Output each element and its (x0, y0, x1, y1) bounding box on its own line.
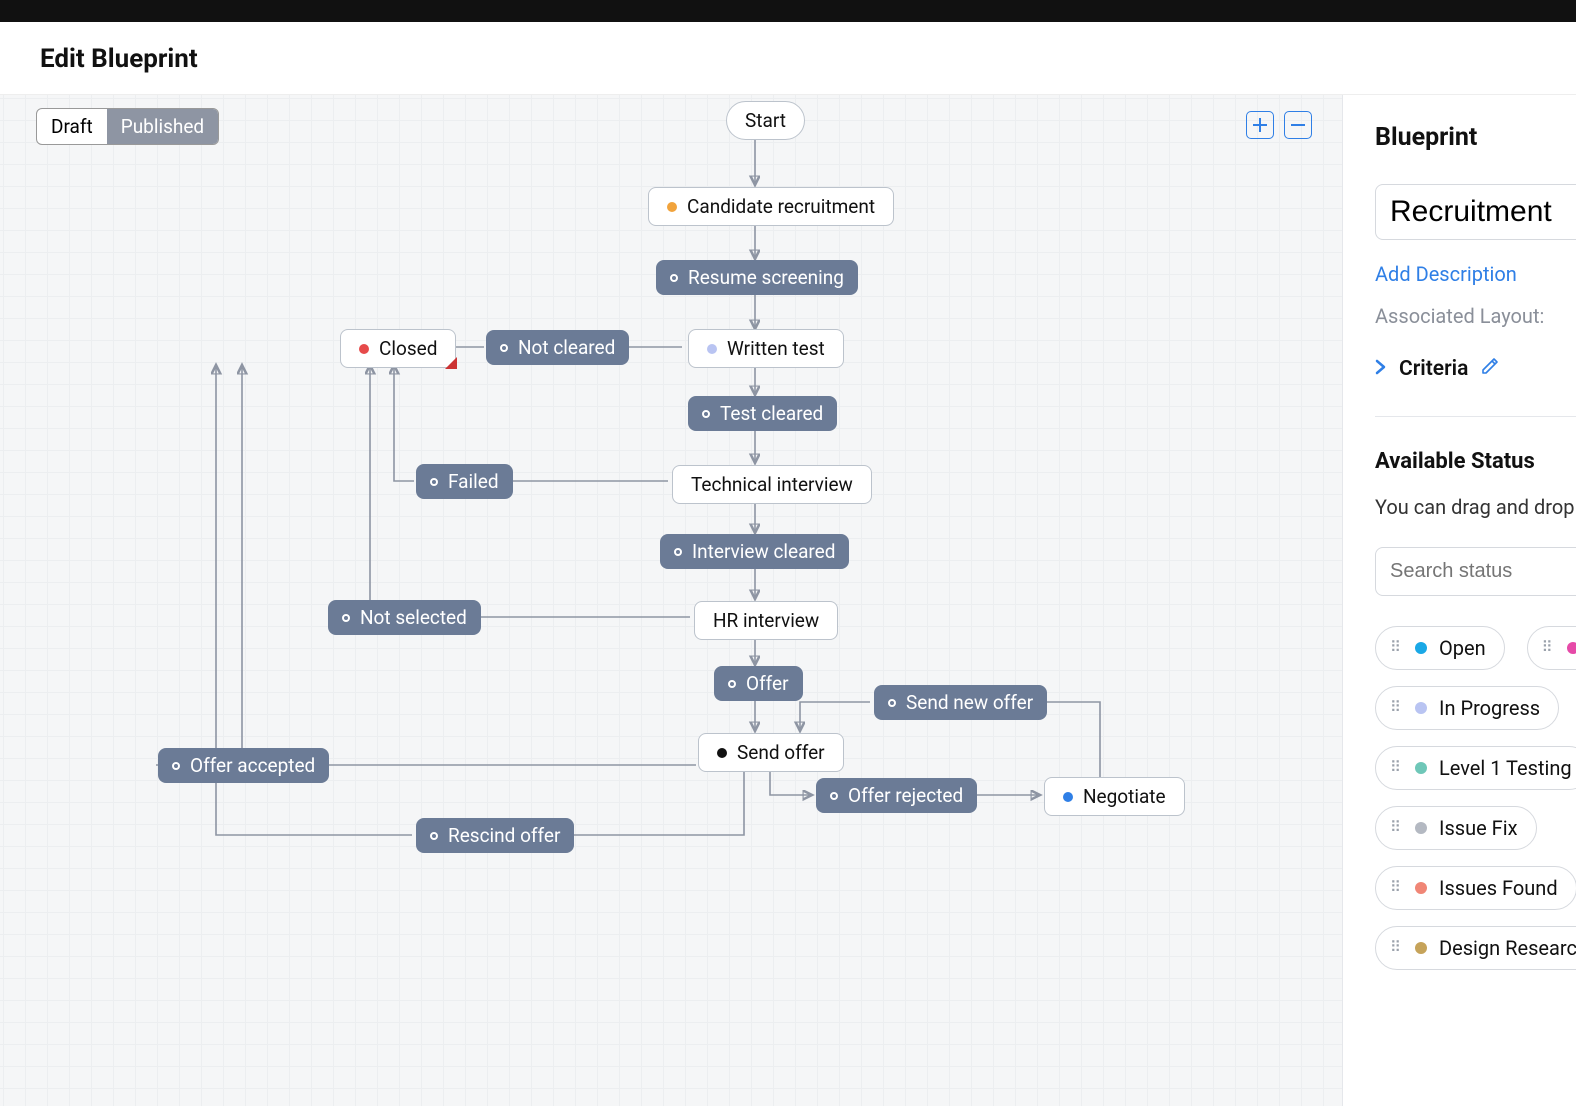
plus-icon (1252, 117, 1268, 133)
transition-send-new-offer[interactable]: Send new offer (874, 685, 1047, 720)
transition-failed[interactable]: Failed (416, 464, 513, 499)
status-color-dot-icon (1415, 942, 1427, 954)
state-written-test[interactable]: Written test (688, 329, 844, 368)
transition-offer-rejected[interactable]: Offer rejected (816, 778, 977, 813)
status-color-dot-icon (1415, 702, 1427, 714)
blueprint-sidebar: Blueprint Add Description Associated Lay… (1342, 95, 1576, 1106)
transition-dot-icon (430, 478, 438, 486)
connectors (0, 95, 1342, 1106)
seg-draft[interactable]: Draft (37, 109, 107, 144)
zoom-out-button[interactable] (1284, 111, 1312, 139)
status-chip-label: In Progress (1439, 696, 1540, 720)
status-dot-icon (1063, 792, 1073, 802)
page-title: Edit Blueprint (40, 44, 1536, 74)
search-status-input[interactable] (1375, 547, 1576, 596)
status-color-dot-icon (1567, 642, 1576, 654)
status-chip-label: Open (1439, 636, 1486, 660)
transition-interview-cleared[interactable]: Interview cleared (660, 534, 849, 569)
transition-dot-icon (830, 792, 838, 800)
status-chip[interactable]: ⠿ In Progress (1375, 686, 1559, 730)
available-status-title: Available Status (1375, 449, 1576, 474)
transition-dot-icon (728, 680, 736, 688)
transition-dot-icon (670, 274, 678, 282)
add-description-link[interactable]: Add Description (1375, 262, 1517, 286)
status-color-dot-icon (1415, 762, 1427, 774)
status-dot-icon (707, 344, 717, 354)
state-hr-interview[interactable]: HR interview (694, 601, 838, 640)
zoom-in-button[interactable] (1246, 111, 1274, 139)
status-chip[interactable]: ⠿ Level 1 Testing (1375, 746, 1576, 790)
state-negotiate[interactable]: Negotiate (1044, 777, 1185, 816)
transition-dot-icon (888, 699, 896, 707)
final-state-icon (445, 357, 457, 369)
drag-handle-icon: ⠿ (1542, 644, 1555, 652)
transition-dot-icon (702, 410, 710, 418)
transition-dot-icon (172, 762, 180, 770)
transition-dot-icon (430, 832, 438, 840)
criteria-label: Criteria (1399, 357, 1468, 381)
seg-published[interactable]: Published (107, 109, 218, 144)
window-chrome (0, 0, 1576, 22)
status-dot-icon (667, 202, 677, 212)
chevron-right-icon (1375, 359, 1387, 380)
blueprint-canvas[interactable]: Draft Published (0, 95, 1342, 1106)
state-candidate-recruitment[interactable]: Candidate recruitment (648, 187, 894, 226)
state-start[interactable]: Start (726, 101, 805, 140)
status-chip[interactable]: ⠿ Issue Fix (1375, 806, 1537, 850)
transition-dot-icon (342, 614, 350, 622)
associated-layout-label: Associated Layout: (1375, 304, 1576, 328)
status-chip-label: Issues Found (1439, 876, 1558, 900)
drag-handle-icon: ⠿ (1390, 764, 1403, 772)
drag-handle-icon: ⠿ (1390, 824, 1403, 832)
drag-handle-icon: ⠿ (1390, 704, 1403, 712)
transition-offer-accepted[interactable]: Offer accepted (158, 748, 329, 783)
status-color-dot-icon (1415, 822, 1427, 834)
state-send-offer[interactable]: Send offer (698, 733, 844, 772)
state-technical-interview[interactable]: Technical interview (672, 465, 872, 504)
status-chip[interactable]: ⠿ Design Research (1375, 926, 1576, 970)
transition-not-cleared[interactable]: Not cleared (486, 330, 629, 365)
status-color-dot-icon (1415, 882, 1427, 894)
status-chip[interactable]: ⠿ Issues Found (1375, 866, 1576, 910)
status-chip-label: Design Research (1439, 936, 1576, 960)
minus-icon (1290, 117, 1306, 133)
status-chip[interactable]: ⠿ (1527, 626, 1576, 670)
transition-rescind-offer[interactable]: Rescind offer (416, 818, 574, 853)
status-chip-label: Level 1 Testing (1439, 756, 1572, 780)
criteria-toggle[interactable]: Criteria (1375, 356, 1576, 382)
status-dot-icon (359, 344, 369, 354)
sidebar-title: Blueprint (1375, 123, 1576, 152)
status-chip-list: ⠿ Open ⠿ ⠿ In Progress ⠿ Level 1 Testing ⠿ Issue… (1375, 626, 1576, 970)
blueprint-name-input[interactable] (1375, 184, 1576, 240)
state-closed[interactable]: Closed (340, 329, 456, 368)
pencil-icon[interactable] (1480, 356, 1500, 382)
status-dot-icon (717, 748, 727, 758)
available-status-help: You can drag and drop the status. (1375, 492, 1576, 523)
transition-dot-icon (674, 548, 682, 556)
drag-handle-icon: ⠿ (1390, 644, 1403, 652)
status-color-dot-icon (1415, 642, 1427, 654)
draft-published-toggle[interactable]: Draft Published (36, 108, 219, 145)
transition-resume-screening[interactable]: Resume screening (656, 260, 858, 295)
transition-offer[interactable]: Offer (714, 666, 803, 701)
transition-not-selected[interactable]: Not selected (328, 600, 481, 635)
status-chip-label: Issue Fix (1439, 816, 1518, 840)
drag-handle-icon: ⠿ (1390, 944, 1403, 952)
drag-handle-icon: ⠿ (1390, 884, 1403, 892)
transition-test-cleared[interactable]: Test cleared (688, 396, 837, 431)
page-header: Edit Blueprint (0, 22, 1576, 95)
transition-dot-icon (500, 344, 508, 352)
status-chip[interactable]: ⠿ Open (1375, 626, 1505, 670)
